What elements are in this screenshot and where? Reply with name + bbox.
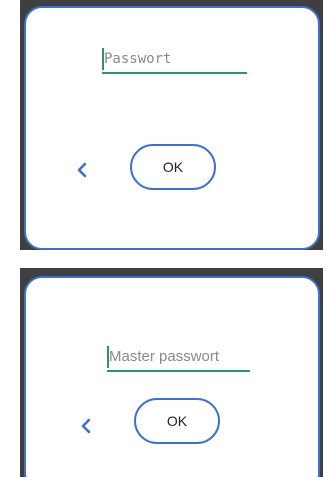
password-dialog: Passwort OK (24, 6, 320, 250)
master-password-placeholder: Master passwort (109, 348, 220, 365)
master-password-input[interactable]: Master passwort (107, 342, 250, 372)
master-password-dialog: Master passwort OK (24, 276, 320, 477)
ok-button[interactable]: OK (134, 398, 220, 444)
back-button[interactable] (74, 414, 98, 438)
password-input[interactable]: Passwort (102, 44, 247, 74)
back-button[interactable] (70, 158, 94, 182)
password-placeholder: Passwort (104, 51, 172, 67)
master-password-dialog-screen: Master passwort OK (20, 268, 323, 477)
chevron-left-icon (81, 418, 91, 434)
ok-button[interactable]: OK (130, 144, 216, 190)
chevron-left-icon (77, 162, 87, 178)
password-dialog-screen: Passwort OK (20, 0, 323, 250)
